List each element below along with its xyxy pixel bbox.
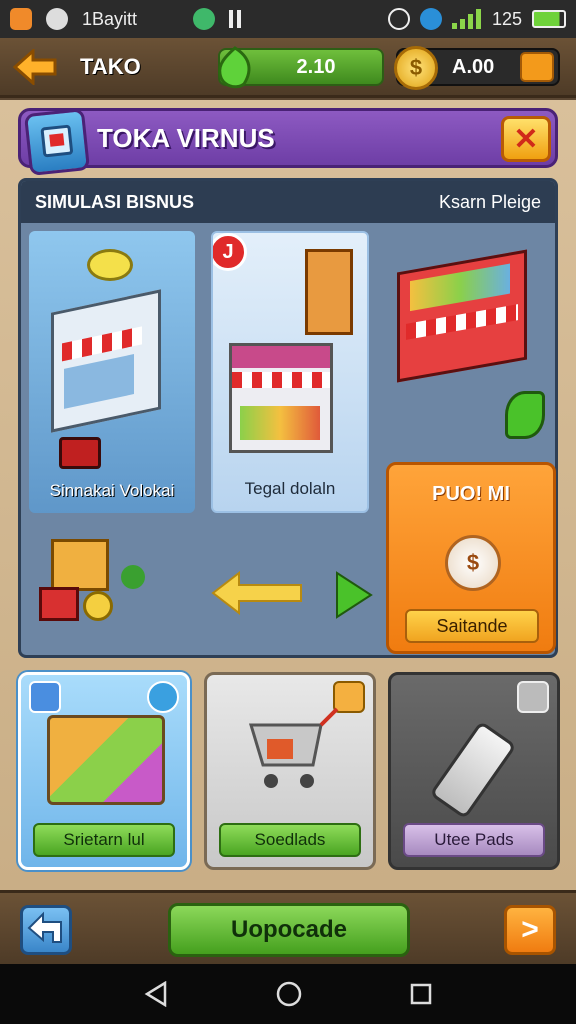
next-arrow-button[interactable] xyxy=(333,571,373,619)
battery-level: 125 xyxy=(491,8,522,29)
business-card-2[interactable]: J Tegal dolaln xyxy=(211,231,369,513)
upgrade-button[interactable]: Uopocade xyxy=(168,903,410,957)
coin-value: A.00 xyxy=(452,55,495,78)
clock-icon[interactable] xyxy=(147,681,179,713)
gem-counter[interactable]: 2.10 xyxy=(218,46,384,89)
chat-icon xyxy=(419,8,442,30)
notification-badge: J xyxy=(213,233,247,271)
medal-icon: $ xyxy=(445,535,501,591)
nav-home-icon[interactable] xyxy=(276,981,302,1007)
business-card-1[interactable]: Sinnakai Volokai xyxy=(29,231,195,513)
feature-card[interactable]: PUO! MI $ Saitande xyxy=(386,462,556,654)
nav-back-icon[interactable] xyxy=(143,981,169,1007)
lemon-icon xyxy=(87,249,133,281)
close-button[interactable]: ✕ xyxy=(501,116,551,162)
chest-icon[interactable] xyxy=(520,52,554,82)
dialog-title: TOKA VIRNUS xyxy=(97,122,275,153)
tile-upgrade-button[interactable]: Utee Pads xyxy=(403,823,545,857)
alarm-icon xyxy=(387,8,410,30)
close-small-icon[interactable] xyxy=(517,681,549,713)
carrier-label: 1Bayitt xyxy=(82,8,138,29)
previous-arrow-button[interactable] xyxy=(211,571,303,615)
forward-button[interactable]: > xyxy=(504,905,556,955)
shopping-cart-icon xyxy=(248,707,339,788)
board-header: SIMULASI BISNUS Ksarn Pleige xyxy=(21,181,555,223)
page-title: TAKO xyxy=(80,53,141,79)
system-nav-bar xyxy=(0,964,576,1024)
tiles-row: Srietarn lul Soedlads Utee Pads xyxy=(18,672,560,874)
close-icon: ✕ xyxy=(513,122,539,156)
shuffle-icon xyxy=(193,8,216,30)
return-arrow-icon xyxy=(27,911,62,943)
signal-icon xyxy=(451,9,481,29)
status-bar: 1Bayitt 125 xyxy=(0,0,576,38)
undo-button[interactable] xyxy=(20,905,72,955)
app-icon xyxy=(10,8,32,30)
bottom-bar: Uopocade > xyxy=(0,890,576,964)
shelf-icon xyxy=(305,249,353,335)
crates-icon xyxy=(39,533,159,643)
goods-icon xyxy=(47,715,165,805)
feature-button[interactable]: Saitande xyxy=(405,609,539,643)
tile-inventory[interactable]: Srietarn lul xyxy=(18,672,190,870)
arrow-left-icon xyxy=(13,48,57,85)
tile-cart-button[interactable]: Soedlads xyxy=(219,823,361,857)
business-card-label: Sinnakai Volokai xyxy=(49,481,175,500)
business-card-3[interactable] xyxy=(377,231,553,461)
board-heading-left: SIMULASI BISNUS xyxy=(35,191,195,212)
cash-register-icon xyxy=(59,437,101,469)
chevron-right-icon: > xyxy=(521,913,539,946)
market-stall-icon xyxy=(229,343,333,453)
coin-icon: $ xyxy=(394,46,438,90)
nav-recents-icon[interactable] xyxy=(409,982,433,1006)
shop-badge-icon xyxy=(23,108,91,176)
tool-icon xyxy=(429,720,517,820)
main-panel: TOKA VIRNUS ✕ SIMULASI BISNUS Ksarn Plei… xyxy=(0,100,576,890)
tile-upgrade[interactable]: Utee Pads xyxy=(388,672,560,870)
gem-value: 2.10 xyxy=(296,55,336,78)
top-bar: TAKO 2.10 $ A.00 xyxy=(0,38,576,98)
dialog-header: TOKA VIRNUS ✕ xyxy=(18,108,558,176)
check-icon[interactable] xyxy=(29,681,61,713)
gem-icon xyxy=(218,46,251,89)
leaf-icon xyxy=(505,391,545,439)
tile-inventory-button[interactable]: Srietarn lul xyxy=(33,823,175,857)
board-heading-right[interactable]: Ksarn Pleige xyxy=(439,192,541,213)
feature-title: PUO! MI xyxy=(432,483,510,505)
supermarket-icon xyxy=(397,249,527,383)
back-button[interactable] xyxy=(12,47,58,87)
signal-bars-icon xyxy=(229,10,242,28)
business-card-label: Tegal dolaln xyxy=(244,479,336,498)
coin-counter[interactable]: $ A.00 xyxy=(394,46,560,90)
alien-icon xyxy=(46,8,68,30)
battery-icon xyxy=(532,10,566,28)
storefront-icon xyxy=(51,289,161,433)
medal-symbol: $ xyxy=(466,550,480,575)
coin-symbol: $ xyxy=(409,55,423,80)
tile-cart[interactable]: Soedlads xyxy=(204,672,376,870)
